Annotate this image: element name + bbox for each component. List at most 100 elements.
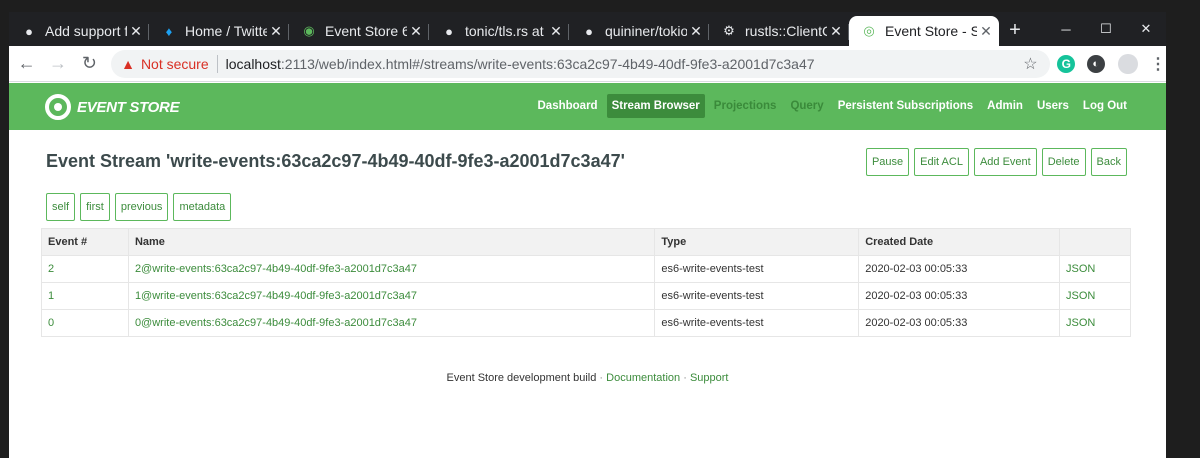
event-type: es6-write-events-test — [654, 282, 860, 310]
close-icon[interactable]: ✕ — [827, 23, 845, 40]
nav-stream-browser[interactable]: Stream Browser — [606, 94, 705, 118]
logo-icon — [45, 94, 71, 120]
event-created-date: 2020-02-03 00:05:33 — [858, 309, 1061, 337]
profile-avatar[interactable] — [1118, 53, 1138, 74]
github-icon: ● — [445, 23, 453, 39]
metadata-link-button[interactable]: metadata — [173, 193, 232, 221]
tab-title: Home / Twitter — [185, 23, 267, 39]
event-name-link[interactable]: 1@write-events:63ca2c97-4b49-40df-9fe3-a… — [127, 282, 656, 310]
close-window-icon[interactable]: ✕ — [1126, 21, 1166, 37]
tab-title: Add support fo — [45, 23, 127, 39]
eventstore-icon: ◎ — [863, 23, 875, 38]
table-row: 2 2@write-events:63ca2c97-4b49-40df-9fe3… — [41, 255, 1131, 283]
nav-users[interactable]: Users — [1032, 94, 1074, 118]
tab-3[interactable]: ● tonic/tls.rs at ✕ — [429, 16, 569, 46]
tab-5[interactable]: ⚙ rustls::ClientC ✕ — [709, 16, 849, 46]
app-navbar: EVENT STORE Dashboard Stream Browser Pro… — [9, 83, 1166, 130]
tab-6[interactable]: ◎ Event Store - St ✕ — [849, 16, 999, 46]
edit-acl-button[interactable]: Edit ACL — [914, 148, 969, 176]
event-number-link[interactable]: 0 — [41, 309, 129, 337]
nav-query[interactable]: Query — [785, 94, 828, 118]
close-icon[interactable]: ✕ — [407, 23, 425, 40]
nav-projections[interactable]: Projections — [709, 94, 782, 118]
table-header-row: Event # Name Type Created Date — [41, 228, 1131, 256]
event-type: es6-write-events-test — [654, 309, 860, 337]
not-secure-label: Not secure — [140, 55, 209, 72]
reload-icon[interactable]: ↻ — [76, 53, 103, 74]
address-bar[interactable]: ▲ Not secure localhost :2113/web/index.h… — [111, 49, 1050, 78]
nav-persistent-subscriptions[interactable]: Persistent Subscriptions — [833, 94, 978, 118]
browser-window: ● Add support fo ✕ ♦ Home / Twitter ✕ ◉ … — [9, 12, 1166, 458]
close-icon[interactable]: ✕ — [687, 23, 705, 40]
window-controls: ─ ☐ ✕ — [1046, 12, 1166, 46]
event-json-link[interactable]: JSON — [1059, 282, 1131, 310]
nav-dashboard[interactable]: Dashboard — [533, 94, 603, 118]
event-number-link[interactable]: 2 — [41, 255, 129, 283]
column-header — [1059, 228, 1131, 256]
tab-0[interactable]: ● Add support fo ✕ — [9, 16, 149, 46]
tab-title: tonic/tls.rs at — [465, 23, 544, 39]
footer-separator: · — [683, 372, 687, 384]
page-content: EVENT STORE Dashboard Stream Browser Pro… — [9, 83, 1166, 458]
event-json-link[interactable]: JSON — [1059, 309, 1131, 337]
tab-1[interactable]: ♦ Home / Twitter ✕ — [149, 16, 289, 46]
event-created-date: 2020-02-03 00:05:33 — [858, 255, 1061, 283]
tab-strip: ● Add support fo ✕ ♦ Home / Twitter ✕ ◉ … — [9, 12, 1166, 46]
url-divider — [216, 54, 218, 73]
url-path: :2113/web/index.html#/streams/write-even… — [280, 55, 815, 72]
close-icon[interactable]: ✕ — [127, 23, 145, 40]
add-event-button[interactable]: Add Event — [973, 148, 1037, 176]
rust-icon: ⚙ — [723, 23, 735, 38]
browser-toolbar: ← → ↻ ▲ Not secure localhost :2113/web/i… — [9, 46, 1166, 82]
pause-button[interactable]: Pause — [865, 148, 910, 176]
logo-text: EVENT STORE — [77, 98, 180, 116]
tab-2[interactable]: ◉ Event Store 6.0 ✕ — [289, 16, 429, 46]
minimize-icon[interactable]: ─ — [1046, 22, 1086, 37]
first-link-button[interactable]: first — [80, 193, 110, 221]
previous-link-button[interactable]: previous — [114, 193, 169, 221]
footer-separator: · — [599, 372, 604, 384]
event-store-logo[interactable]: EVENT STORE — [45, 94, 180, 120]
github-icon: ● — [585, 23, 593, 39]
maximize-icon[interactable]: ☐ — [1086, 21, 1126, 37]
close-icon[interactable]: ✕ — [267, 23, 285, 40]
support-link[interactable]: Support — [690, 372, 729, 384]
documentation-link[interactable]: Documentation — [606, 372, 680, 384]
url-host: localhost — [225, 55, 281, 72]
self-link-button[interactable]: self — [46, 193, 76, 221]
back-arrow-icon[interactable]: ← — [13, 53, 40, 74]
event-number-link[interactable]: 1 — [41, 282, 129, 310]
event-name-link[interactable]: 0@write-events:63ca2c97-4b49-40df-9fe3-a… — [127, 309, 656, 337]
tab-title: rustls::ClientC — [745, 23, 827, 39]
back-button[interactable]: Back — [1090, 148, 1127, 176]
stream-actions: Pause Edit ACL Add Event Delete Back — [861, 148, 1127, 176]
close-icon[interactable]: ✕ — [977, 23, 995, 40]
delete-button[interactable]: Delete — [1041, 148, 1086, 176]
close-icon[interactable]: ✕ — [547, 23, 565, 40]
tab-4[interactable]: ● quininer/tokio ✕ — [569, 16, 709, 46]
table-row: 1 1@write-events:63ca2c97-4b49-40df-9fe3… — [41, 282, 1131, 310]
column-header: Created Date — [858, 228, 1061, 256]
nav-log-out[interactable]: Log Out — [1078, 94, 1132, 118]
kebab-menu-icon[interactable]: ⋮ — [1150, 54, 1166, 74]
page-footer: Event Store development build · Document… — [9, 372, 1166, 384]
event-json-link[interactable]: JSON — [1059, 255, 1131, 283]
event-created-date: 2020-02-03 00:05:33 — [858, 282, 1061, 310]
nav-admin[interactable]: Admin — [982, 94, 1028, 118]
event-name-link[interactable]: 2@write-events:63ca2c97-4b49-40df-9fe3-a… — [127, 255, 656, 283]
new-tab-button[interactable]: + — [999, 16, 1031, 46]
page-title: Event Stream 'write-events:63ca2c97-4b49… — [46, 151, 625, 171]
stream-links: self first previous metadata — [46, 193, 236, 221]
event-type: es6-write-events-test — [654, 255, 860, 283]
extension-icon[interactable]: ◐ — [1083, 54, 1108, 74]
column-header: Type — [654, 228, 860, 256]
tab-title: Event Store - St — [885, 23, 977, 39]
twitter-icon: ♦ — [165, 23, 173, 39]
bookmark-star-icon[interactable]: ☆ — [1023, 54, 1037, 74]
github-icon: ● — [25, 23, 33, 39]
tab-title: Event Store 6.0 — [325, 23, 407, 39]
grammarly-extension-icon[interactable]: G — [1054, 54, 1079, 74]
warning-icon: ▲ — [121, 55, 135, 72]
forward-arrow-icon[interactable]: → — [44, 53, 71, 74]
tab-title: quininer/tokio — [605, 23, 687, 39]
